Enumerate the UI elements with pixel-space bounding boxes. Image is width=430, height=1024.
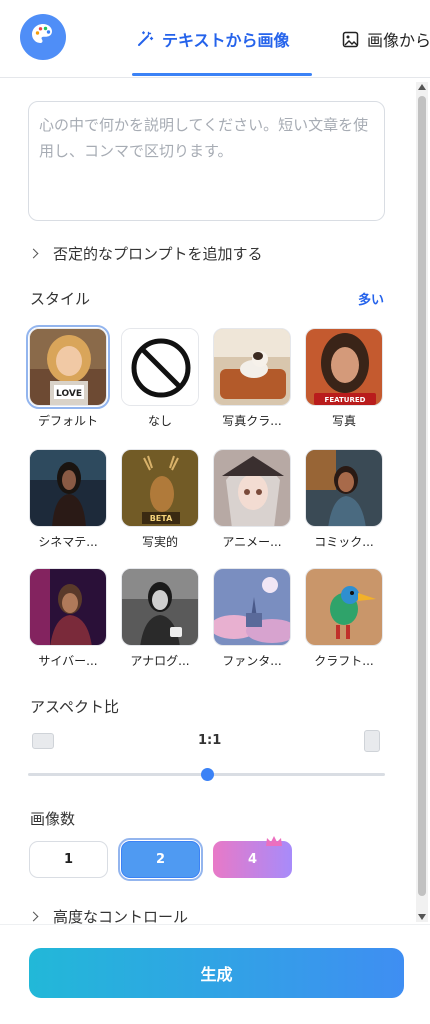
style-option-cinematic[interactable]: シネマテ...: [27, 449, 109, 550]
style-section-title: スタイル: [30, 290, 91, 308]
style-thumbnail: FEATURED: [305, 328, 383, 406]
image-count-title: 画像数: [30, 810, 76, 828]
scroll-up-arrow-icon[interactable]: [418, 84, 426, 90]
beta-badge-text: BETA: [150, 514, 173, 523]
scrollbar-thumb[interactable]: [418, 96, 426, 896]
crown-icon: [265, 832, 283, 851]
style-thumbnail: [121, 568, 199, 646]
style-option-photo[interactable]: FEATURED 写真: [303, 328, 385, 429]
style-name: コミック...: [314, 535, 374, 549]
style-thumbnail: BETA: [121, 449, 199, 527]
style-thumbnail: [29, 449, 107, 527]
add-negative-prompt-toggle[interactable]: 否定的なプロンプトを追加する: [28, 243, 263, 264]
tab-label: 画像から: [367, 31, 430, 50]
scroll-down-arrow-icon[interactable]: [418, 914, 426, 920]
landscape-ratio-icon[interactable]: [32, 733, 54, 749]
style-option-none[interactable]: なし: [119, 328, 201, 429]
style-name: 写実的: [141, 535, 178, 549]
style-name: シネマテ...: [38, 535, 98, 549]
active-tab-indicator: [132, 73, 312, 76]
style-thumbnail: [121, 328, 199, 406]
style-name: 写真クラ...: [222, 414, 282, 428]
tab-text-to-image[interactable]: テキストから画像: [136, 24, 290, 54]
scrollbar[interactable]: [416, 82, 428, 922]
style-option-default[interactable]: LOVE デフォルト: [26, 325, 110, 429]
style-thumbnail: LOVE: [26, 325, 110, 409]
tab-image-to-image[interactable]: 画像から: [342, 24, 430, 54]
style-name: アナログ...: [130, 654, 190, 668]
image-icon: [342, 31, 359, 48]
prompt-input[interactable]: [39, 112, 374, 210]
tab-label: テキストから画像: [162, 31, 290, 50]
image-count-2-button[interactable]: 2: [118, 838, 203, 881]
style-thumbnail: [305, 568, 383, 646]
style-name: サイバー...: [38, 654, 98, 668]
chevron-right-icon: [28, 911, 39, 922]
aspect-ratio-slider-handle[interactable]: [201, 768, 214, 781]
chevron-right-icon: [28, 248, 39, 259]
aspect-ratio-value: 1:1: [198, 733, 222, 748]
prompt-box[interactable]: [28, 101, 385, 221]
style-name: アニメー...: [222, 535, 282, 549]
palette-icon: [30, 22, 56, 52]
aspect-ratio-title: アスペクト比: [30, 698, 119, 716]
negative-prompt-label: 否定的なプロンプトを追加する: [53, 245, 263, 263]
style-thumbnail: [29, 568, 107, 646]
style-name: なし: [147, 414, 172, 428]
style-name: デフォルト: [37, 414, 98, 428]
style-name: クラフト...: [314, 654, 374, 668]
header: テキストから画像 画像から: [0, 0, 430, 78]
style-name: ファンタ...: [222, 654, 282, 668]
style-option-realistic[interactable]: BETA 写実的: [119, 449, 201, 550]
image-count-1-button[interactable]: 1: [29, 841, 108, 878]
style-option-anime[interactable]: アニメー...: [211, 449, 293, 550]
more-styles-link[interactable]: 多い: [358, 289, 384, 308]
magic-wand-icon: [136, 30, 154, 48]
style-thumbnail: [213, 449, 291, 527]
style-name: 写真: [331, 414, 356, 428]
app-logo[interactable]: [20, 14, 66, 60]
style-thumbnail: [213, 328, 291, 406]
style-option-analog[interactable]: アナログ...: [119, 568, 201, 669]
generate-button[interactable]: 生成: [29, 948, 404, 998]
portrait-ratio-icon[interactable]: [364, 730, 380, 752]
style-thumbnail: [305, 449, 383, 527]
featured-badge-text: FEATURED: [325, 396, 366, 404]
style-option-craft[interactable]: クラフト...: [303, 568, 385, 669]
love-sign-text: LOVE: [56, 389, 82, 399]
style-option-photo-classic[interactable]: 写真クラ...: [211, 328, 293, 429]
style-option-comic[interactable]: コミック...: [303, 449, 385, 550]
style-thumbnail: [213, 568, 291, 646]
style-option-cyber[interactable]: サイバー...: [27, 568, 109, 669]
style-option-fantasy[interactable]: ファンタ...: [211, 568, 293, 669]
